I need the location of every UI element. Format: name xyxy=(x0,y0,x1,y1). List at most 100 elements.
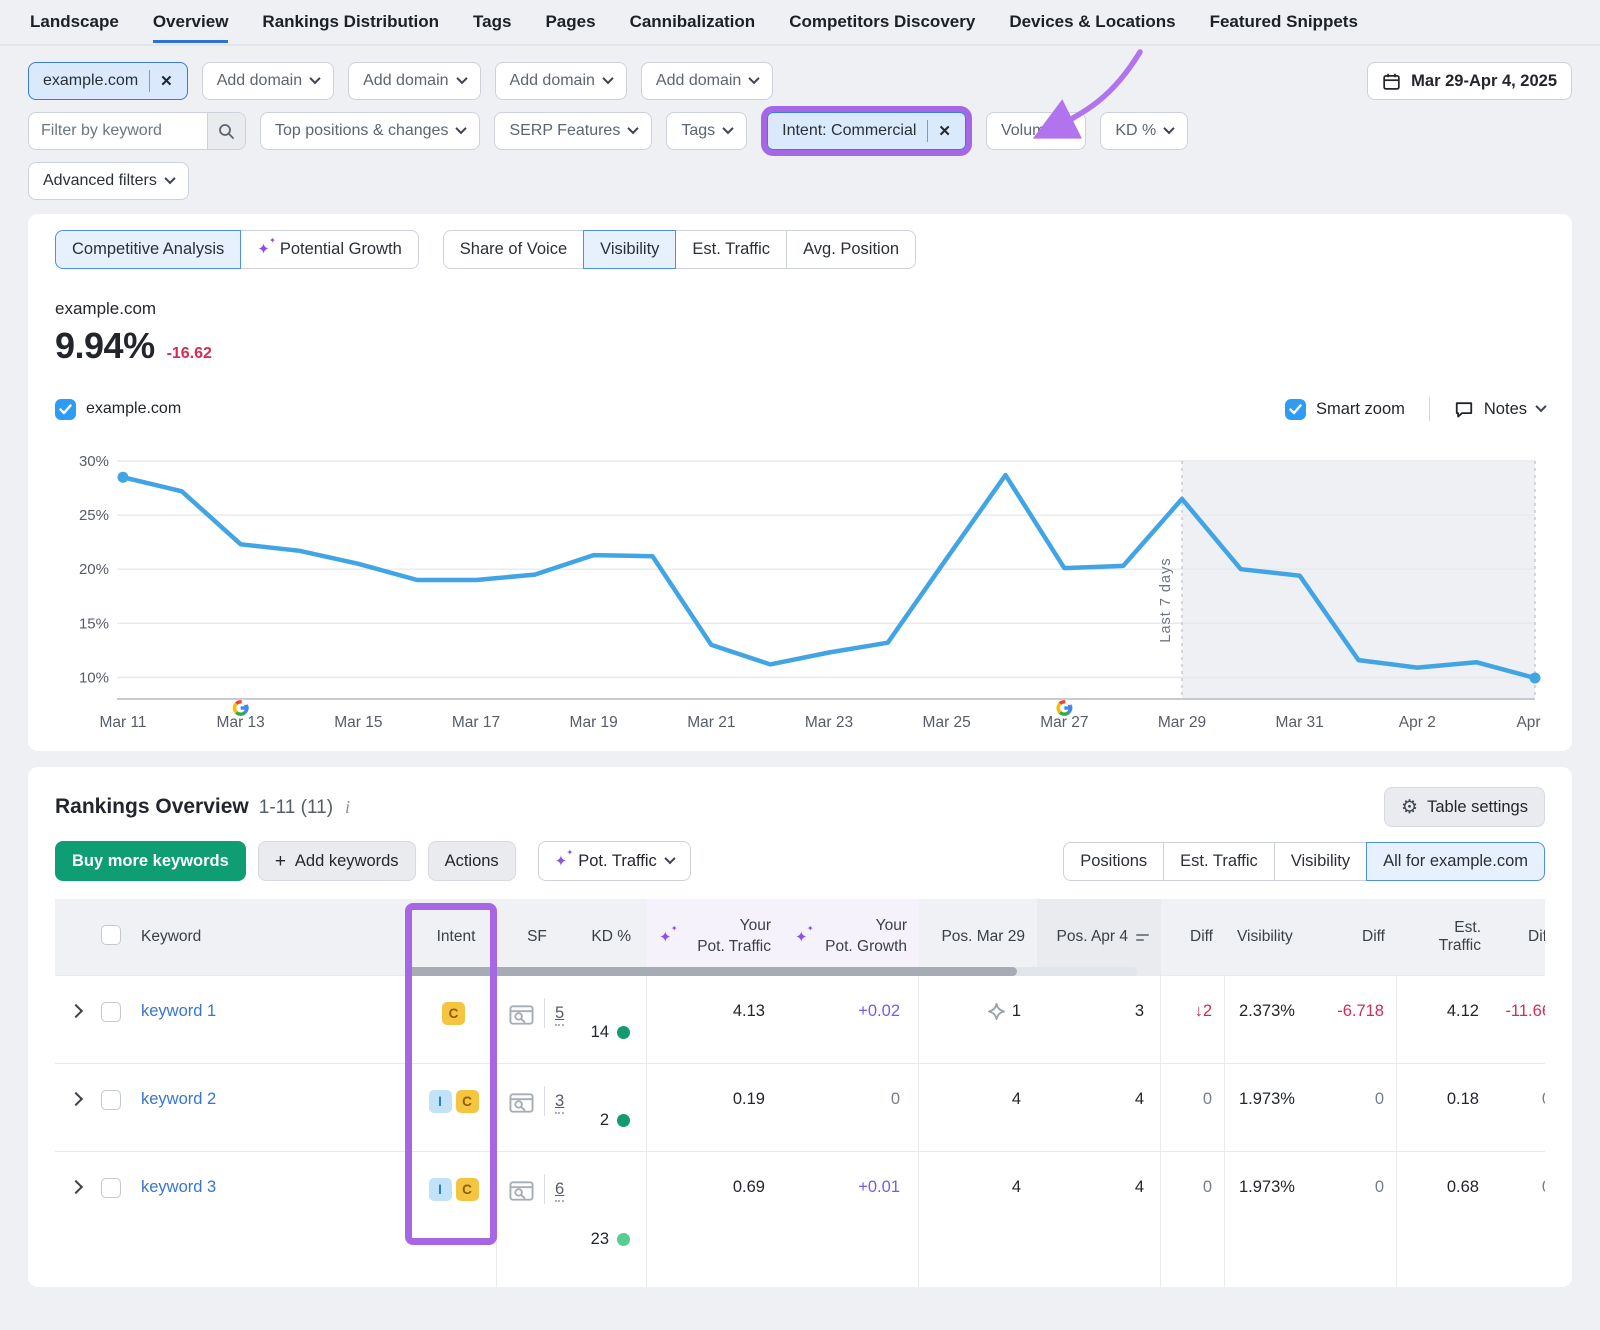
pos-end-cell: 4 xyxy=(1037,1152,1161,1287)
search-icon[interactable] xyxy=(207,113,245,149)
expand-row-icon[interactable] xyxy=(69,1092,83,1106)
nav-tab-landscape[interactable]: Landscape xyxy=(30,1,119,43)
buy-more-keywords-button[interactable]: Buy more keywords xyxy=(55,841,246,881)
advanced-filters-label: Advanced filters xyxy=(43,172,157,190)
series-start-point xyxy=(118,472,129,483)
info-icon[interactable]: i xyxy=(345,797,350,818)
serp-features-dropdown[interactable]: SERP Features xyxy=(494,112,652,150)
domain-chip[interactable]: example.com ✕ xyxy=(28,62,188,100)
keyword-filter-input[interactable] xyxy=(29,113,207,149)
metric-toggle: Share of Voice Visibility Est. Traffic A… xyxy=(443,230,916,269)
visibility-chart[interactable]: 10%15%20%25%30%Last 7 daysMar 11Mar 13Ma… xyxy=(55,431,1545,733)
kd-dropdown[interactable]: KD % xyxy=(1100,112,1188,150)
column-header-pos-start[interactable]: Pos. Mar 29 xyxy=(919,928,1037,946)
column-header-est-traffic[interactable]: Est. Traffic xyxy=(1397,919,1493,955)
intent-badge-i[interactable]: I xyxy=(429,1178,452,1201)
visibility-card: Competitive Analysis ✦Potential Growth S… xyxy=(28,214,1572,751)
sf-count[interactable]: 5 xyxy=(555,1004,564,1026)
tab-potential-growth[interactable]: ✦Potential Growth xyxy=(240,230,419,269)
row-checkbox[interactable] xyxy=(101,1090,121,1110)
nav-tab-featured-snippets[interactable]: Featured Snippets xyxy=(1210,1,1358,43)
tab-avg-position[interactable]: Avg. Position xyxy=(786,230,916,269)
intent-badge-c[interactable]: C xyxy=(442,1002,465,1025)
table-view-est-traffic[interactable]: Est. Traffic xyxy=(1163,842,1275,881)
nav-tab-competitors-discovery[interactable]: Competitors Discovery xyxy=(789,1,975,43)
tab-est-traffic[interactable]: Est. Traffic xyxy=(675,230,787,269)
remove-domain-icon[interactable]: ✕ xyxy=(160,74,173,89)
visibility-label: Visibility xyxy=(600,240,659,259)
column-header-pot-growth[interactable]: ✦Your Pot. Growth xyxy=(783,899,919,975)
keyword-link[interactable]: keyword 3 xyxy=(141,1178,216,1196)
nav-tab-cannibalization[interactable]: Cannibalization xyxy=(630,1,756,43)
kd-value: 2 xyxy=(600,1111,609,1130)
tab-visibility[interactable]: Visibility xyxy=(583,230,676,269)
row-checkbox[interactable] xyxy=(101,1002,121,1022)
sf-count[interactable]: 3 xyxy=(555,1092,564,1114)
expand-row-icon[interactable] xyxy=(69,1004,83,1018)
smart-zoom-checkbox[interactable] xyxy=(1285,399,1306,420)
column-header-diff[interactable]: Diff xyxy=(1161,928,1225,946)
add-domain-dropdown[interactable]: Add domain xyxy=(348,62,480,100)
add-domain-dropdown[interactable]: Add domain xyxy=(202,62,334,100)
horizontal-scrollbar[interactable] xyxy=(405,967,1137,976)
chevron-down-icon xyxy=(456,72,467,83)
advanced-filters-dropdown[interactable]: Advanced filters xyxy=(28,162,189,200)
kd-difficulty-dot xyxy=(617,1026,630,1039)
actions-button[interactable]: Actions xyxy=(428,841,516,881)
column-header-visibility[interactable]: Visibility xyxy=(1225,928,1321,946)
y-axis-tick: 20% xyxy=(79,561,109,578)
intent-badge-c[interactable]: C xyxy=(456,1178,479,1201)
nav-tab-devices-locations[interactable]: Devices & Locations xyxy=(1009,1,1175,43)
column-header-diff3[interactable]: Diff xyxy=(1493,928,1545,946)
add-domain-dropdown[interactable]: Add domain xyxy=(495,62,627,100)
top-positions-dropdown[interactable]: Top positions & changes xyxy=(260,112,480,150)
actions-label: Actions xyxy=(445,852,499,871)
tab-competitive-analysis[interactable]: Competitive Analysis xyxy=(55,230,241,269)
scrollbar-thumb[interactable] xyxy=(405,967,1017,976)
table-view-visibility[interactable]: Visibility xyxy=(1274,842,1367,881)
column-header-keyword[interactable]: Keyword xyxy=(129,928,415,946)
intent-badge-c[interactable]: C xyxy=(456,1090,479,1113)
pot-traffic-label: Pot. Traffic xyxy=(578,852,657,871)
select-all-checkbox[interactable] xyxy=(101,925,121,945)
intent-filter-chip[interactable]: Intent: Commercial ✕ xyxy=(767,112,966,150)
keyword-link[interactable]: keyword 1 xyxy=(141,1002,216,1020)
date-range-button[interactable]: Mar 29-Apr 4, 2025 xyxy=(1367,62,1572,100)
nav-tab-overview[interactable]: Overview xyxy=(153,1,229,43)
add-keywords-button[interactable]: +Add keywords xyxy=(258,841,416,881)
keyword-link[interactable]: keyword 2 xyxy=(141,1090,216,1108)
nav-tab-tags[interactable]: Tags xyxy=(473,1,511,43)
serp-features-icon xyxy=(509,1004,534,1026)
table-view-toggle: PositionsEst. TrafficVisibilityAll for e… xyxy=(1063,842,1545,881)
pot-growth-cell: +0.01 xyxy=(783,1152,919,1287)
column-header-sf[interactable]: SF xyxy=(497,928,577,946)
add-domain-dropdown[interactable]: Add domain xyxy=(641,62,773,100)
table-settings-button[interactable]: ⚙ Table settings xyxy=(1384,787,1545,827)
est-traffic-cell: 0.68 xyxy=(1397,1152,1493,1197)
nav-tab-pages[interactable]: Pages xyxy=(545,1,595,43)
remove-intent-filter-icon[interactable]: ✕ xyxy=(938,124,951,139)
table-view-all-for-example-com[interactable]: All for example.com xyxy=(1366,842,1545,881)
pot-traffic-dropdown[interactable]: ✦ Pot. Traffic xyxy=(538,841,691,881)
table-view-positions[interactable]: Positions xyxy=(1063,842,1164,881)
domain-legend-checkbox[interactable] xyxy=(55,399,76,420)
sf-count[interactable]: 6 xyxy=(555,1180,564,1202)
chevron-down-icon xyxy=(1164,122,1175,133)
column-header-pos-end[interactable]: Pos. Apr 4 xyxy=(1037,899,1161,975)
column-header-pot-traffic[interactable]: ✦Your Pot. Traffic xyxy=(647,899,783,975)
column-header-intent[interactable]: Intent xyxy=(415,928,497,946)
add-keywords-label: Add keywords xyxy=(295,852,399,871)
column-header-kd[interactable]: KD % xyxy=(577,928,647,946)
expand-row-icon[interactable] xyxy=(69,1180,83,1194)
volume-dropdown[interactable]: Volume xyxy=(986,112,1086,150)
chevron-down-icon[interactable] xyxy=(1535,400,1546,411)
pot-traffic-cell: 4.13 xyxy=(647,976,783,1021)
tab-share-of-voice[interactable]: Share of Voice xyxy=(443,230,584,269)
nav-tab-rankings-distribution[interactable]: Rankings Distribution xyxy=(262,1,439,43)
tags-dropdown[interactable]: Tags xyxy=(666,112,747,150)
sort-descending-icon xyxy=(1136,934,1149,941)
intent-badge-i[interactable]: I xyxy=(429,1090,452,1113)
column-header-diff2[interactable]: Diff xyxy=(1321,928,1397,946)
kd-difficulty-dot xyxy=(617,1114,630,1127)
row-checkbox[interactable] xyxy=(101,1178,121,1198)
